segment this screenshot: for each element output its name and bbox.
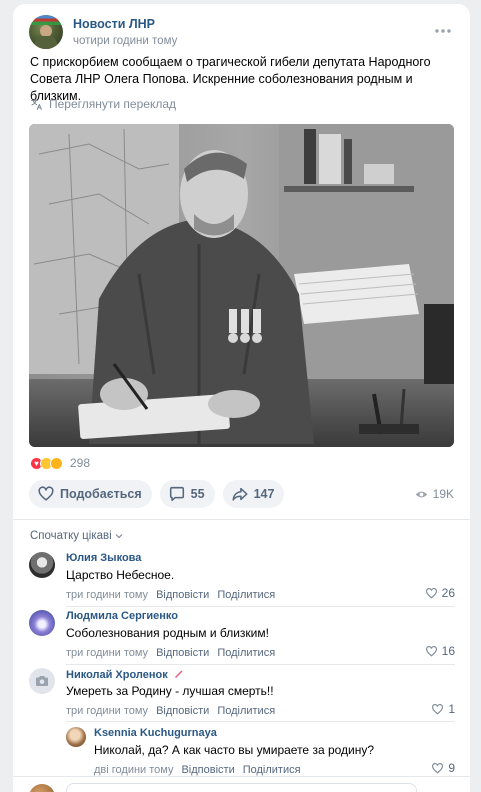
post-time[interactable]: чотири години тому	[73, 35, 177, 47]
comment-text: Соболезнования родным и близким!	[66, 626, 269, 640]
like-button[interactable]: Подобається	[29, 480, 152, 508]
comment-time[interactable]: три години тому	[66, 705, 148, 717]
reply-link[interactable]: Відповісти	[156, 705, 209, 717]
share-link[interactable]: Поділитися	[243, 764, 301, 776]
heart-icon	[432, 703, 444, 714]
heart-icon	[425, 645, 437, 656]
comment-like-button[interactable]: 1	[431, 702, 455, 716]
more-dots-icon[interactable]	[434, 28, 452, 34]
current-user-avatar	[29, 784, 55, 792]
comment-meta: три години тому Відповісти Поділитися	[66, 705, 275, 717]
comments-count: 55	[190, 487, 205, 501]
group-name[interactable]: Новости ЛНР	[73, 17, 155, 31]
pen-icon	[174, 670, 183, 678]
post-photo[interactable]	[29, 124, 454, 447]
comment-avatar[interactable]	[29, 552, 55, 578]
comment-button[interactable]: 55	[159, 480, 215, 508]
heart-icon	[432, 762, 444, 773]
translate-label: Переглянути переклад	[49, 97, 177, 111]
comment-divider	[66, 606, 455, 607]
share-link[interactable]: Поділитися	[217, 705, 275, 717]
share-icon	[232, 487, 248, 501]
translate-icon	[31, 98, 42, 110]
share-link[interactable]: Поділитися	[217, 647, 275, 659]
eye-icon	[415, 491, 427, 497]
comment-text: Царство Небесное.	[66, 568, 175, 582]
like-label: Подобається	[60, 487, 142, 501]
reactions-summary[interactable]: ♥ 298	[30, 456, 90, 470]
share-link[interactable]: Поділитися	[217, 589, 275, 601]
comment-like-count: 16	[441, 644, 455, 658]
comment-like-count: 9	[448, 761, 455, 775]
sort-label: Спочатку цікаві	[30, 530, 112, 542]
comment-meta: три години тому Відповісти Поділитися	[66, 647, 275, 659]
comment-time[interactable]: дві години тому	[94, 764, 173, 776]
comments-sort-dropdown[interactable]: Спочатку цікаві	[30, 530, 123, 542]
laugh-reaction-icon	[50, 456, 63, 470]
chevron-down-icon	[115, 534, 123, 539]
divider	[13, 519, 470, 520]
comment-divider	[66, 664, 455, 665]
comment-like-count: 26	[441, 586, 455, 600]
views-count: 19K	[432, 487, 454, 501]
views-counter: 19K	[415, 487, 454, 501]
comment-text: Николай, да? А как часто вы умираете за …	[94, 743, 375, 757]
comment-author[interactable]: Ksennia Kuchugurnaya	[94, 727, 217, 739]
divider	[13, 776, 470, 777]
comment-time[interactable]: три години тому	[66, 589, 148, 601]
comment-time[interactable]: три години тому	[66, 647, 148, 659]
comment-avatar[interactable]	[29, 668, 55, 694]
heart-icon	[425, 587, 437, 598]
translate-link[interactable]: Переглянути переклад	[30, 97, 176, 111]
comment-text: Умереть за Родину - лучшая смерть!!	[66, 684, 274, 698]
comment-like-button[interactable]: 16	[425, 644, 455, 658]
reply-link[interactable]: Відповісти	[181, 764, 234, 776]
comment-like-button[interactable]: 9	[431, 761, 455, 775]
reply-link[interactable]: Відповісти	[156, 647, 209, 659]
post-card: Новости ЛНР чотири години тому С прискор…	[13, 4, 470, 792]
heart-icon	[38, 486, 54, 501]
comment-avatar[interactable]	[29, 610, 55, 636]
comment-author[interactable]: Людмила Сергиенко	[66, 610, 178, 622]
comment-avatar[interactable]	[66, 727, 86, 747]
shares-count: 147	[253, 487, 275, 501]
comment-like-count: 1	[448, 702, 455, 716]
reply-link[interactable]: Відповісти	[156, 589, 209, 601]
camera-icon	[36, 676, 48, 686]
comment-like-button[interactable]: 26	[425, 586, 455, 600]
comment-input[interactable]: К	[66, 783, 417, 792]
group-avatar[interactable]	[29, 15, 63, 49]
comment-author[interactable]: Николай Хроленок	[66, 668, 184, 681]
comment-meta: три години тому Відповісти Поділитися	[66, 589, 275, 601]
share-button[interactable]: 147	[222, 480, 285, 508]
comment-author[interactable]: Юлия Зыкова	[66, 552, 141, 564]
comment-icon	[169, 486, 184, 502]
post-actions: Подобається 55 147	[29, 480, 285, 508]
comment-meta: дві години тому Відповісти Поділитися	[94, 764, 301, 776]
comment-divider	[66, 721, 455, 722]
reaction-count: 298	[70, 456, 91, 470]
